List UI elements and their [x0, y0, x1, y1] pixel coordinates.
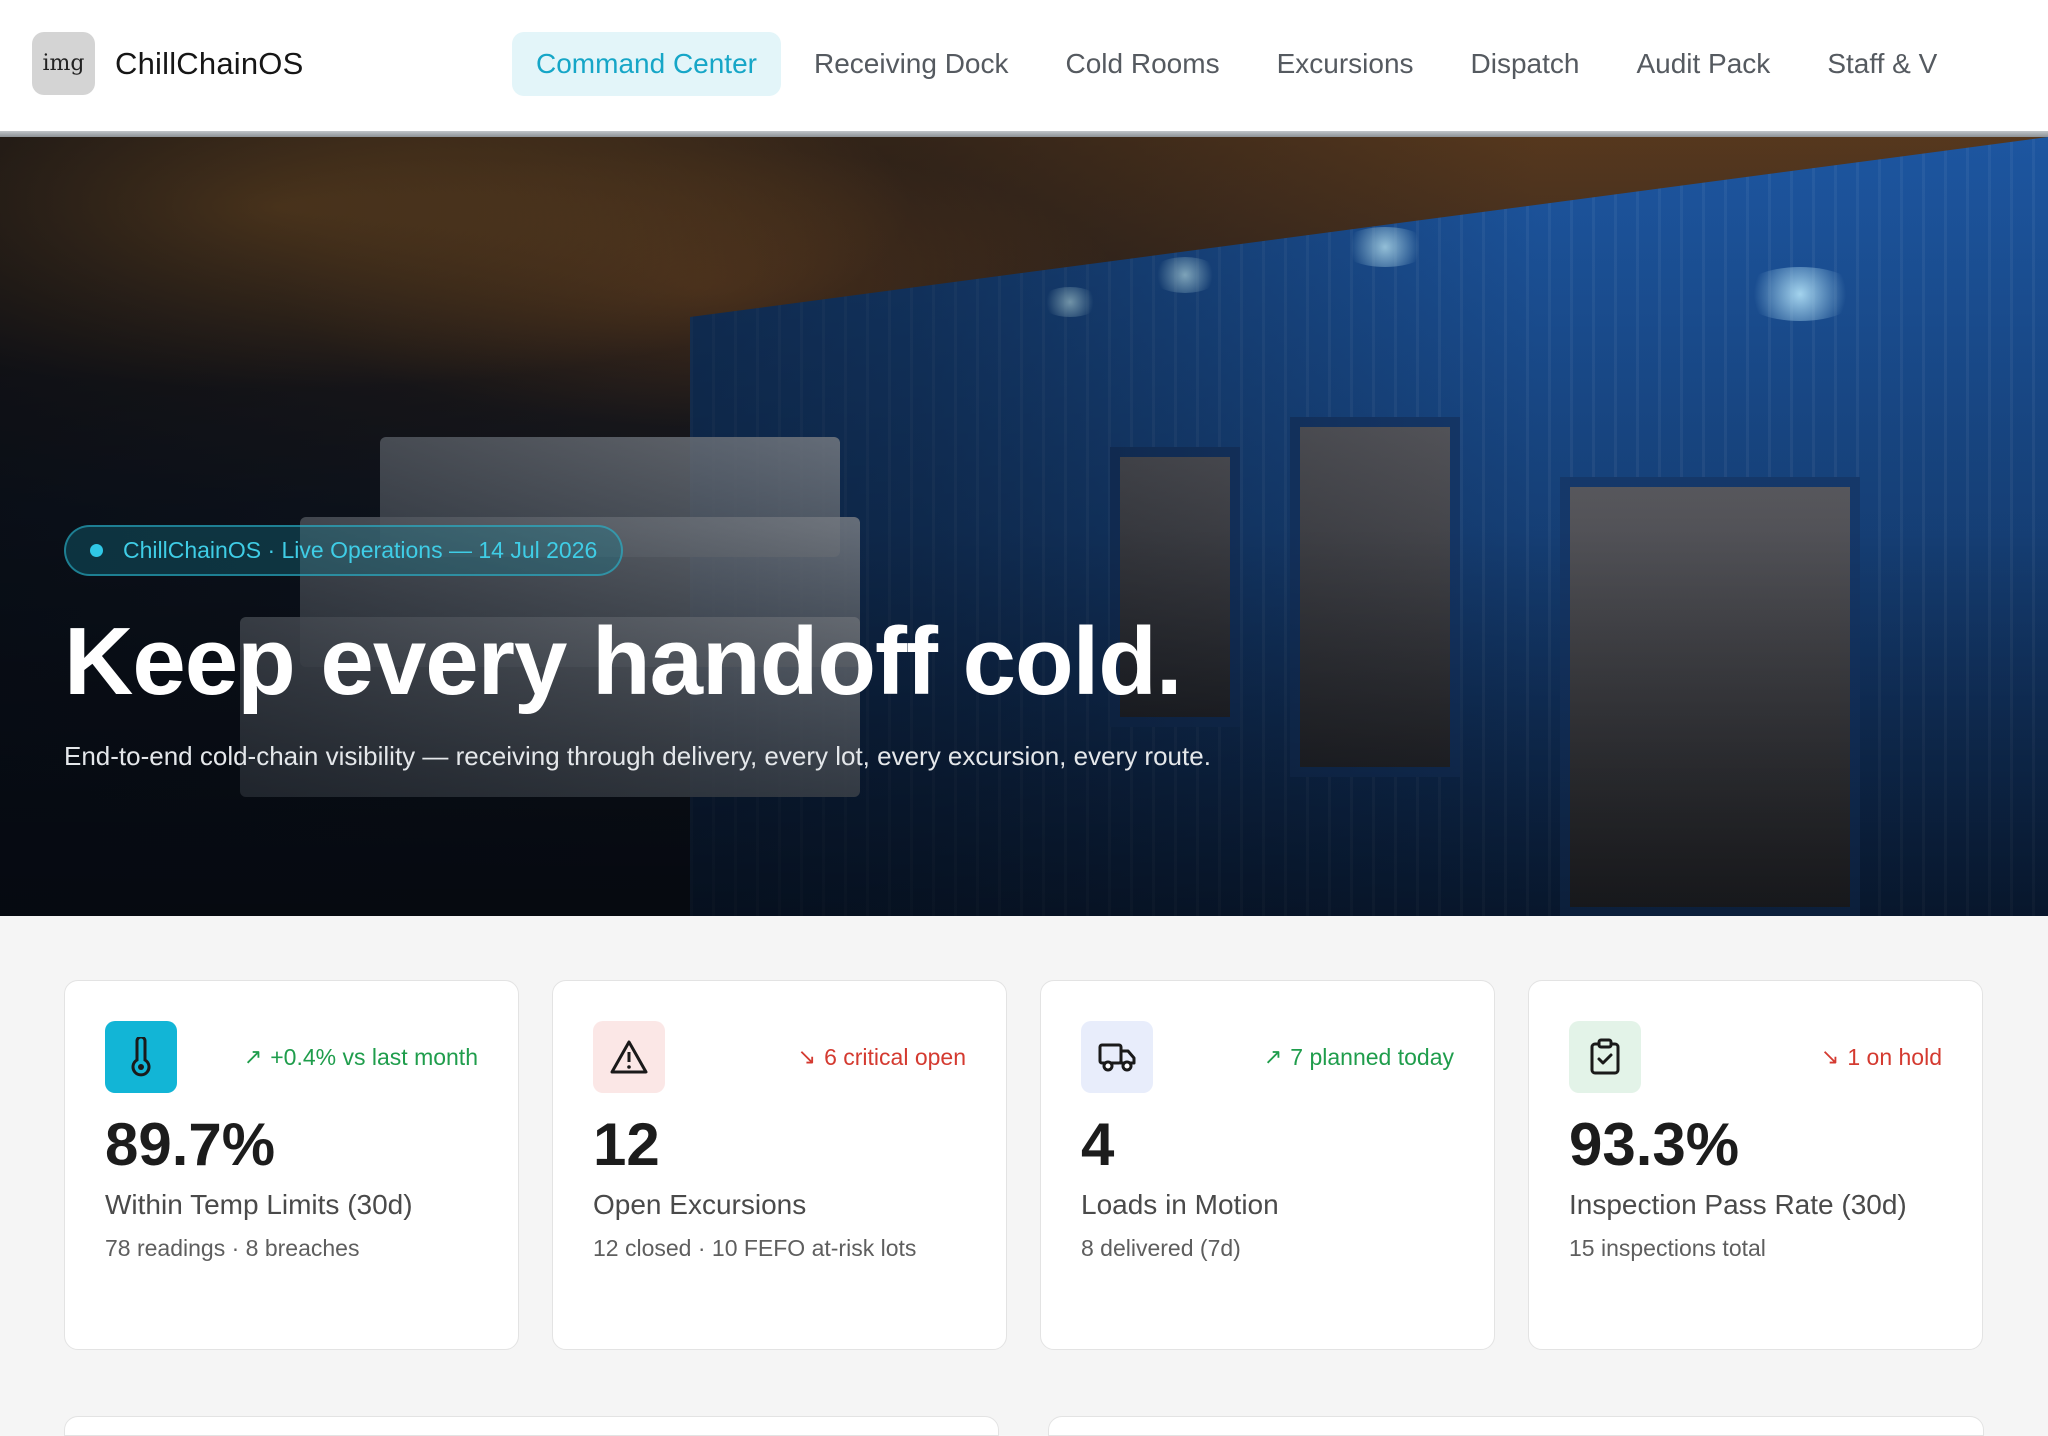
nav-receiving-dock[interactable]: Receiving Dock [790, 32, 1033, 96]
truck-icon [1081, 1021, 1153, 1093]
kpi-meta: 78 readings · 8 breaches [105, 1235, 360, 1261]
kpi-value: 93.3% [1569, 1111, 1740, 1178]
kpi-label: Loads in Motion [1081, 1189, 1279, 1220]
kpi-value: 4 [1081, 1111, 1115, 1178]
nav-command-center[interactable]: Command Center [512, 32, 781, 96]
kpi-value: 89.7% [105, 1111, 276, 1178]
nav-overflow-fade [1998, 0, 2048, 130]
brand-logo: img [32, 32, 95, 95]
kpi-card-loads-in-motion[interactable]: ↗ 7 planned today 4 Loads in Motion 8 del… [1040, 980, 1495, 1350]
nav-cold-rooms[interactable]: Cold Rooms [1042, 32, 1244, 96]
hero-banner: ChillChainOS · Live Operations — 14 Jul … [0, 137, 2048, 916]
kpi-card-temp-limits[interactable]: ↗ +0.4% vs last month 89.7% Within Temp L… [64, 980, 519, 1350]
trend-indicator: ↗ 7 planned today [1263, 1043, 1454, 1070]
kpi-label: Inspection Pass Rate (30d) [1569, 1189, 1907, 1220]
top-navbar: img ChillChainOS Command Center Receivin… [0, 0, 2048, 131]
live-operations-text: ChillChainOS · Live Operations — 14 Jul … [123, 537, 598, 563]
kpi-meta: 15 inspections total [1569, 1235, 1766, 1261]
clipboard-check-icon [1569, 1021, 1641, 1093]
hero-subtitle: End-to-end cold-chain visibility — recei… [64, 740, 1211, 771]
next-panel-right [1048, 1416, 1984, 1436]
trend-indicator: ↘ 6 critical open [797, 1043, 966, 1070]
kpi-card-open-excursions[interactable]: ↘ 6 critical open 12 Open Excursions 12 c… [552, 980, 1007, 1350]
kpi-value: 12 [593, 1111, 660, 1178]
kpi-label: Within Temp Limits (30d) [105, 1189, 413, 1220]
trend-indicator: ↗ +0.4% vs last month [243, 1043, 478, 1070]
hero-content: ChillChainOS · Live Operations — 14 Jul … [64, 525, 1364, 777]
nav-audit-pack[interactable]: Audit Pack [1612, 32, 1794, 96]
trend-up-icon: ↗ [1263, 1044, 1283, 1069]
warning-icon [593, 1021, 665, 1093]
main-nav: Command Center Receiving Dock Cold Rooms… [512, 32, 1970, 96]
trend-indicator: ↘ 1 on hold [1820, 1043, 1942, 1070]
brand[interactable]: img ChillChainOS [32, 32, 303, 95]
kpi-cards: ↗ +0.4% vs last month 89.7% Within Temp L… [64, 980, 1984, 1350]
trend-down-icon: ↘ [1820, 1044, 1840, 1069]
nav-excursions[interactable]: Excursions [1253, 32, 1438, 96]
kpi-meta: 8 delivered (7d) [1081, 1235, 1241, 1261]
hero-title: Keep every handoff cold. [64, 608, 1183, 715]
trend-down-icon: ↘ [797, 1044, 817, 1069]
trend-up-icon: ↗ [243, 1044, 263, 1069]
live-dot-icon [90, 544, 103, 557]
kpi-meta: 12 closed · 10 FEFO at-risk lots [593, 1235, 917, 1261]
live-operations-badge: ChillChainOS · Live Operations — 14 Jul … [64, 525, 624, 576]
thermometer-icon [105, 1021, 177, 1093]
nav-dispatch[interactable]: Dispatch [1447, 32, 1604, 96]
brand-name: ChillChainOS [115, 45, 304, 81]
kpi-label: Open Excursions [593, 1189, 807, 1220]
nav-staff[interactable]: Staff & V [1803, 32, 1961, 96]
next-panel-left [64, 1416, 999, 1436]
kpi-card-inspection-pass-rate[interactable]: ↘ 1 on hold 93.3% Inspection Pass Rate (3… [1528, 980, 1983, 1350]
